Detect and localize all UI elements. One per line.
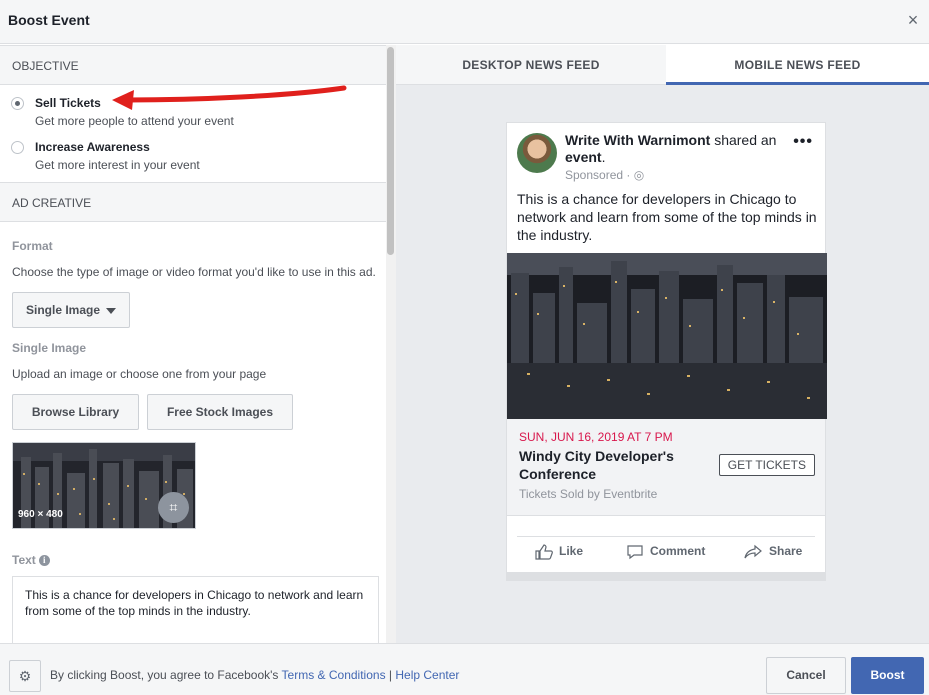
footer-agreement: By clicking Boost, you agree to Facebook…: [50, 668, 459, 682]
boost-button[interactable]: Boost: [851, 657, 924, 694]
post-actions: Like Comment Share: [507, 516, 825, 572]
post-author-line: Write With Warnimont shared an event.: [565, 132, 785, 166]
event-name[interactable]: Windy City Developer's Conference: [519, 447, 699, 483]
tab-mobile-news-feed[interactable]: MOBILE NEWS FEED: [666, 45, 929, 85]
help-center-link[interactable]: Help Center: [395, 668, 459, 682]
footer-prefix: By clicking Boost, you agree to Facebook…: [50, 668, 282, 682]
sponsored-separator: ·: [623, 168, 634, 182]
event-link[interactable]: event: [565, 149, 602, 165]
preview-panel: DESKTOP NEWS FEED MOBILE NEWS FEED Write…: [396, 45, 929, 643]
event-date: SUN, JUN 16, 2019 AT 7 PM: [519, 430, 673, 444]
ad-text-input[interactable]: This is a chance for developers in Chica…: [12, 576, 379, 643]
single-image-label: Single Image: [12, 341, 87, 355]
like-label: Like: [559, 544, 584, 559]
scrollbar-thumb[interactable]: [387, 47, 394, 255]
dialog-title: Boost Event: [8, 12, 90, 28]
post-header: Write With Warnimont shared an event. Sp…: [507, 123, 825, 253]
share-button[interactable]: Share: [743, 544, 802, 560]
ad-preview-card: Write With Warnimont shared an event. Sp…: [506, 122, 827, 581]
thumbs-up-icon: [535, 544, 553, 560]
chevron-down-icon: [106, 307, 117, 314]
ad-creative-heading: AD CREATIVE: [12, 196, 92, 210]
actions-divider: [517, 536, 815, 537]
chicago-skyline-image: [507, 253, 827, 419]
info-icon[interactable]: i: [38, 555, 50, 567]
selected-image-thumbnail[interactable]: 960 × 480 ⌗: [12, 442, 196, 529]
event-info: SUN, JUN 16, 2019 AT 7 PM Windy City Dev…: [507, 419, 825, 516]
settings-panel: OBJECTIVE Sell Tickets Get more people t…: [0, 45, 396, 643]
format-description: Choose the type of image or video format…: [12, 265, 376, 279]
terms-link[interactable]: Terms & Conditions: [282, 668, 386, 682]
format-dropdown[interactable]: Single Image: [12, 292, 130, 328]
ad-creative-section-header: AD CREATIVE: [0, 182, 386, 222]
share-label: Share: [769, 544, 803, 559]
tab-desktop-news-feed[interactable]: DESKTOP NEWS FEED: [396, 45, 666, 85]
avatar: [517, 133, 557, 173]
text-label: Text i: [12, 553, 50, 567]
sell-tickets-label[interactable]: Sell Tickets: [35, 96, 101, 110]
single-image-description: Upload an image or choose one from your …: [12, 367, 267, 381]
event-cover-image[interactable]: [507, 253, 827, 419]
format-label: Format: [12, 239, 53, 253]
dialog-footer: ⚙ By clicking Boost, you agree to Facebo…: [0, 643, 929, 695]
footer-separator: |: [385, 668, 396, 682]
gear-icon[interactable]: ⚙: [9, 660, 41, 692]
comment-button[interactable]: Comment: [626, 544, 705, 560]
like-button[interactable]: Like: [535, 544, 583, 560]
image-dimensions: 960 × 480: [18, 509, 63, 520]
card-bottom-edge: [507, 572, 825, 580]
sell-tickets-radio[interactable]: [11, 97, 24, 110]
settings-scrollbar[interactable]: [386, 45, 396, 643]
objective-section-header: OBJECTIVE: [0, 45, 386, 85]
increase-awareness-label[interactable]: Increase Awareness: [35, 140, 150, 154]
author-suffix: shared an: [710, 132, 777, 148]
comment-label: Comment: [650, 544, 706, 559]
share-icon: [744, 544, 762, 559]
close-icon[interactable]: ×: [903, 10, 923, 30]
get-tickets-button[interactable]: GET TICKETS: [718, 454, 815, 476]
event-ticket-source: Tickets Sold by Eventbrite: [519, 487, 658, 501]
increase-awareness-radio[interactable]: [11, 141, 24, 154]
sponsored-text: Sponsored: [565, 168, 624, 182]
more-options-icon[interactable]: •••: [793, 133, 813, 151]
format-dropdown-value: Single Image: [25, 303, 101, 317]
free-stock-images-button[interactable]: Free Stock Images: [147, 394, 293, 430]
author-name[interactable]: Write With Warnimont: [565, 132, 710, 148]
sell-tickets-description: Get more people to attend your event: [35, 114, 234, 128]
post-text: This is a chance for developers in Chica…: [517, 191, 817, 243]
browse-library-button[interactable]: Browse Library: [12, 394, 139, 430]
dialog-header: Boost Event ×: [0, 0, 929, 44]
cancel-button[interactable]: Cancel: [766, 657, 846, 694]
preview-tabs: DESKTOP NEWS FEED MOBILE NEWS FEED: [396, 45, 929, 85]
sponsored-label: Sponsored · ◎: [565, 168, 644, 182]
globe-icon: ◎: [633, 168, 645, 182]
text-label-text: Text: [12, 553, 36, 567]
objective-heading: OBJECTIVE: [12, 59, 79, 73]
comment-icon: [627, 545, 643, 560]
crop-icon[interactable]: ⌗: [158, 492, 189, 523]
event-period: .: [601, 149, 606, 165]
increase-awareness-description: Get more interest in your event: [35, 158, 200, 172]
